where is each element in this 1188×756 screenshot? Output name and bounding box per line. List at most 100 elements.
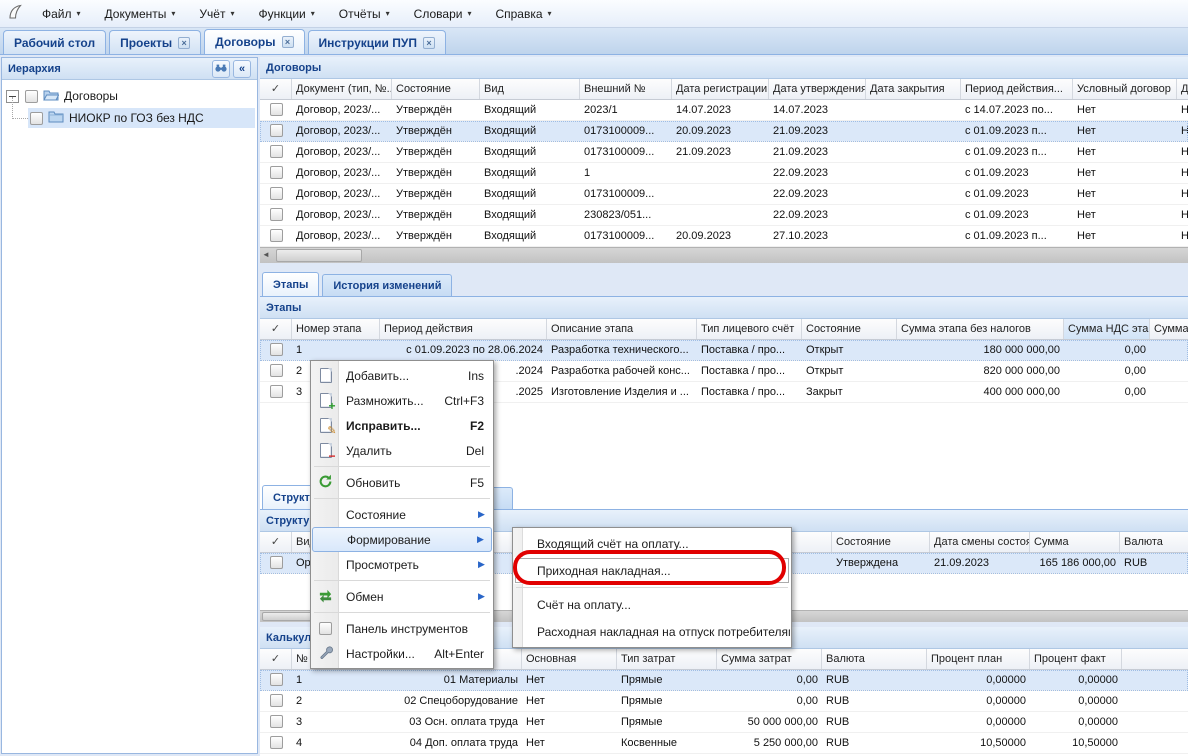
scroll-left-arrow-icon[interactable]: ◄ bbox=[262, 250, 270, 259]
select-all-header[interactable]: ✓ bbox=[260, 532, 292, 552]
contracts-column-header[interactable]: Дата регистрации... bbox=[672, 79, 769, 99]
table-row[interactable]: Договор, 2023/...УтверждёнВходящий122.09… bbox=[260, 163, 1188, 184]
row-checkbox-cell[interactable] bbox=[260, 142, 292, 162]
menubar-item-Отчёты[interactable]: Отчёты▾ bbox=[327, 0, 402, 28]
row-checkbox-cell[interactable] bbox=[260, 691, 292, 711]
select-all-header[interactable]: ✓ bbox=[260, 79, 292, 99]
row-checkbox[interactable] bbox=[270, 208, 283, 221]
table-row[interactable]: Договор, 2023/...УтверждёнВходящий017310… bbox=[260, 226, 1188, 247]
menubar-item-Словари[interactable]: Словари▾ bbox=[402, 0, 484, 28]
menubar-item-Файл[interactable]: Файл▾ bbox=[30, 0, 93, 28]
table-row[interactable]: Договор, 2023/...УтверждёнВходящий017310… bbox=[260, 142, 1188, 163]
tab-История изменений[interactable]: История изменений bbox=[322, 274, 452, 296]
contracts-column-header[interactable]: Состояние bbox=[392, 79, 480, 99]
row-checkbox[interactable] bbox=[270, 364, 283, 377]
tab-Проекты[interactable]: Проекты× bbox=[109, 30, 201, 54]
table-row[interactable]: Договор, 2023/...УтверждёнВходящий230823… bbox=[260, 205, 1188, 226]
menubar-item-Функции[interactable]: Функции▾ bbox=[246, 0, 326, 28]
context-menu-item-Обмен[interactable]: Обмен▶ bbox=[312, 584, 492, 609]
row-checkbox[interactable] bbox=[270, 187, 283, 200]
stages-column-header[interactable]: Номер этапа bbox=[292, 319, 380, 339]
stages-column-header[interactable]: Состояние bbox=[802, 319, 897, 339]
contracts-hscrollbar[interactable]: ◄ bbox=[260, 247, 1188, 263]
table-row[interactable]: 404 Доп. оплата трудаНетКосвенные5 250 0… bbox=[260, 733, 1188, 754]
contracts-column-header[interactable]: Внешний № bbox=[580, 79, 672, 99]
tree-node-НИОКР по ГОЗ без НДС[interactable]: НИОКР по ГОЗ без НДС bbox=[4, 107, 255, 129]
structure-column-header[interactable]: Состояние bbox=[832, 532, 930, 552]
row-checkbox-cell[interactable] bbox=[260, 361, 292, 381]
contracts-column-header[interactable]: Период действия... bbox=[961, 79, 1073, 99]
stages-column-header[interactable]: Описание этапа bbox=[547, 319, 697, 339]
row-checkbox[interactable] bbox=[270, 229, 283, 242]
table-row[interactable]: 303 Осн. оплата трудаНетПрямые50 000 000… bbox=[260, 712, 1188, 733]
stages-column-header[interactable]: Период действия bbox=[380, 319, 547, 339]
row-checkbox[interactable] bbox=[270, 694, 283, 707]
contracts-column-header[interactable]: Дата утверждения bbox=[769, 79, 866, 99]
submenu-item-Расходная накладная на отпуск потребителям...[interactable]: Расходная накладная на отпуск потребител… bbox=[514, 618, 790, 645]
row-checkbox-cell[interactable] bbox=[260, 670, 292, 690]
close-icon[interactable]: × bbox=[282, 36, 294, 48]
close-icon[interactable]: × bbox=[423, 37, 435, 49]
context-menu-item-Просмотреть[interactable]: Просмотреть▶ bbox=[312, 552, 492, 577]
context-menu-item-Исправить...[interactable]: Исправить...F2 bbox=[312, 413, 492, 438]
calculation-column-header[interactable] bbox=[1122, 649, 1188, 669]
row-checkbox-cell[interactable] bbox=[260, 100, 292, 120]
row-checkbox-cell[interactable] bbox=[260, 382, 292, 402]
contracts-column-header[interactable]: Вид bbox=[480, 79, 580, 99]
row-checkbox-cell[interactable] bbox=[260, 121, 292, 141]
tab-Этапы[interactable]: Этапы bbox=[262, 272, 319, 296]
structure-column-header[interactable]: Валюта bbox=[1120, 532, 1188, 552]
search-binoculars-icon[interactable] bbox=[212, 60, 230, 78]
submenu-item-Счёт на оплату...[interactable]: Счёт на оплату... bbox=[514, 591, 790, 618]
context-menu-item-Состояние[interactable]: Состояние▶ bbox=[312, 502, 492, 527]
table-row[interactable]: 1с 01.09.2023 по 28.06.2024Разработка те… bbox=[260, 340, 1188, 361]
submenu-item-Приходная накладная...[interactable]: Приходная накладная... bbox=[514, 557, 790, 584]
collapse-panel-icon[interactable]: « bbox=[233, 60, 251, 78]
calculation-column-header[interactable]: Процент план bbox=[927, 649, 1030, 669]
context-menu-item-Размножить...[interactable]: Размножить...Ctrl+F3 bbox=[312, 388, 492, 413]
menubar-item-Учёт[interactable]: Учёт▾ bbox=[187, 0, 246, 28]
row-checkbox-cell[interactable] bbox=[260, 226, 292, 246]
row-checkbox-cell[interactable] bbox=[260, 184, 292, 204]
stages-column-header[interactable]: Сумма этапа без налогов bbox=[897, 319, 1064, 339]
calculation-column-header[interactable]: Сумма затрат bbox=[717, 649, 822, 669]
tree-node-Договоры[interactable]: Договоры bbox=[4, 85, 255, 107]
tab-Инструкции ПУП[interactable]: Инструкции ПУП× bbox=[308, 30, 446, 54]
row-checkbox[interactable] bbox=[270, 385, 283, 398]
stages-column-header[interactable]: Тип лицевого счёт bbox=[697, 319, 802, 339]
menubar-item-Справка[interactable]: Справка▾ bbox=[483, 0, 563, 28]
contracts-column-header[interactable]: Документ (тип, №... bbox=[292, 79, 392, 99]
context-menu-item-Настройки...[interactable]: Настройки...Alt+Enter bbox=[312, 641, 492, 666]
scroll-thumb[interactable] bbox=[276, 249, 362, 262]
context-menu-item-Панель инструментов[interactable]: Панель инструментов bbox=[312, 616, 492, 641]
submenu-item-Входящий счёт на оплату...[interactable]: Входящий счёт на оплату... bbox=[514, 530, 790, 557]
calculation-column-header[interactable]: Основная bbox=[522, 649, 617, 669]
row-checkbox-cell[interactable] bbox=[260, 340, 292, 360]
tree-checkbox[interactable] bbox=[30, 112, 43, 125]
table-row[interactable]: Договор, 2023/...УтверждёнВходящий2023/1… bbox=[260, 100, 1188, 121]
calculation-column-header[interactable]: Процент факт bbox=[1030, 649, 1122, 669]
contracts-column-header[interactable]: Дата закрытия bbox=[866, 79, 961, 99]
contracts-column-header[interactable]: Условный договор bbox=[1073, 79, 1177, 99]
row-checkbox[interactable] bbox=[270, 145, 283, 158]
context-menu-item-Обновить[interactable]: ОбновитьF5 bbox=[312, 470, 492, 495]
row-checkbox-cell[interactable] bbox=[260, 733, 292, 753]
context-menu-item-Добавить...[interactable]: Добавить...Ins bbox=[312, 363, 492, 388]
row-checkbox[interactable] bbox=[270, 124, 283, 137]
close-icon[interactable]: × bbox=[178, 37, 190, 49]
row-checkbox[interactable] bbox=[270, 166, 283, 179]
select-all-header[interactable]: ✓ bbox=[260, 649, 292, 669]
row-checkbox[interactable] bbox=[270, 715, 283, 728]
row-checkbox-cell[interactable] bbox=[260, 163, 292, 183]
structure-column-header[interactable]: Сумма bbox=[1030, 532, 1120, 552]
row-checkbox[interactable] bbox=[270, 736, 283, 749]
calculation-column-header[interactable]: Валюта bbox=[822, 649, 927, 669]
calculation-column-header[interactable]: Тип затрат bbox=[617, 649, 717, 669]
tab-Рабочий стол[interactable]: Рабочий стол bbox=[3, 30, 106, 54]
table-row[interactable]: 202 СпецоборудованиеНетПрямые0,00RUB0,00… bbox=[260, 691, 1188, 712]
menubar-item-Документы[interactable]: Документы▾ bbox=[93, 0, 188, 28]
row-checkbox-cell[interactable] bbox=[260, 712, 292, 732]
table-row[interactable]: 101 МатериалыНетПрямые0,00RUB0,000000,00… bbox=[260, 670, 1188, 691]
row-checkbox[interactable] bbox=[270, 556, 283, 569]
table-row[interactable]: Договор, 2023/...УтверждёнВходящий017310… bbox=[260, 184, 1188, 205]
